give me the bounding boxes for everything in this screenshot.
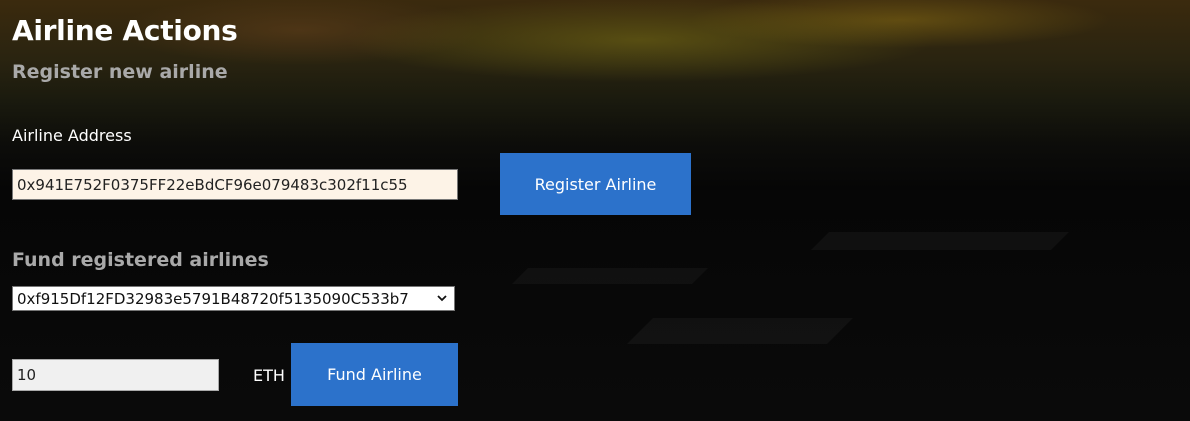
airline-address-label: Airline Address	[12, 126, 132, 145]
chevron-down-icon	[437, 295, 447, 302]
fund-amount-input[interactable]	[12, 359, 219, 391]
airline-address-input[interactable]	[12, 169, 458, 200]
currency-unit-label: ETH	[253, 366, 285, 385]
fund-section-title: Fund registered airlines	[12, 249, 269, 271]
register-airline-button[interactable]: Register Airline	[500, 153, 691, 215]
airline-select[interactable]: 0xf915Df12FD32983e5791B48720f5135090C533…	[12, 286, 455, 311]
fund-airline-button[interactable]: Fund Airline	[291, 343, 458, 406]
airline-select-value: 0xf915Df12FD32983e5791B48720f5135090C533…	[17, 289, 409, 308]
airline-actions-panel: Airline Actions Register new airline Air…	[0, 0, 1190, 421]
register-section-title: Register new airline	[12, 61, 228, 83]
page-title: Airline Actions	[12, 14, 238, 47]
